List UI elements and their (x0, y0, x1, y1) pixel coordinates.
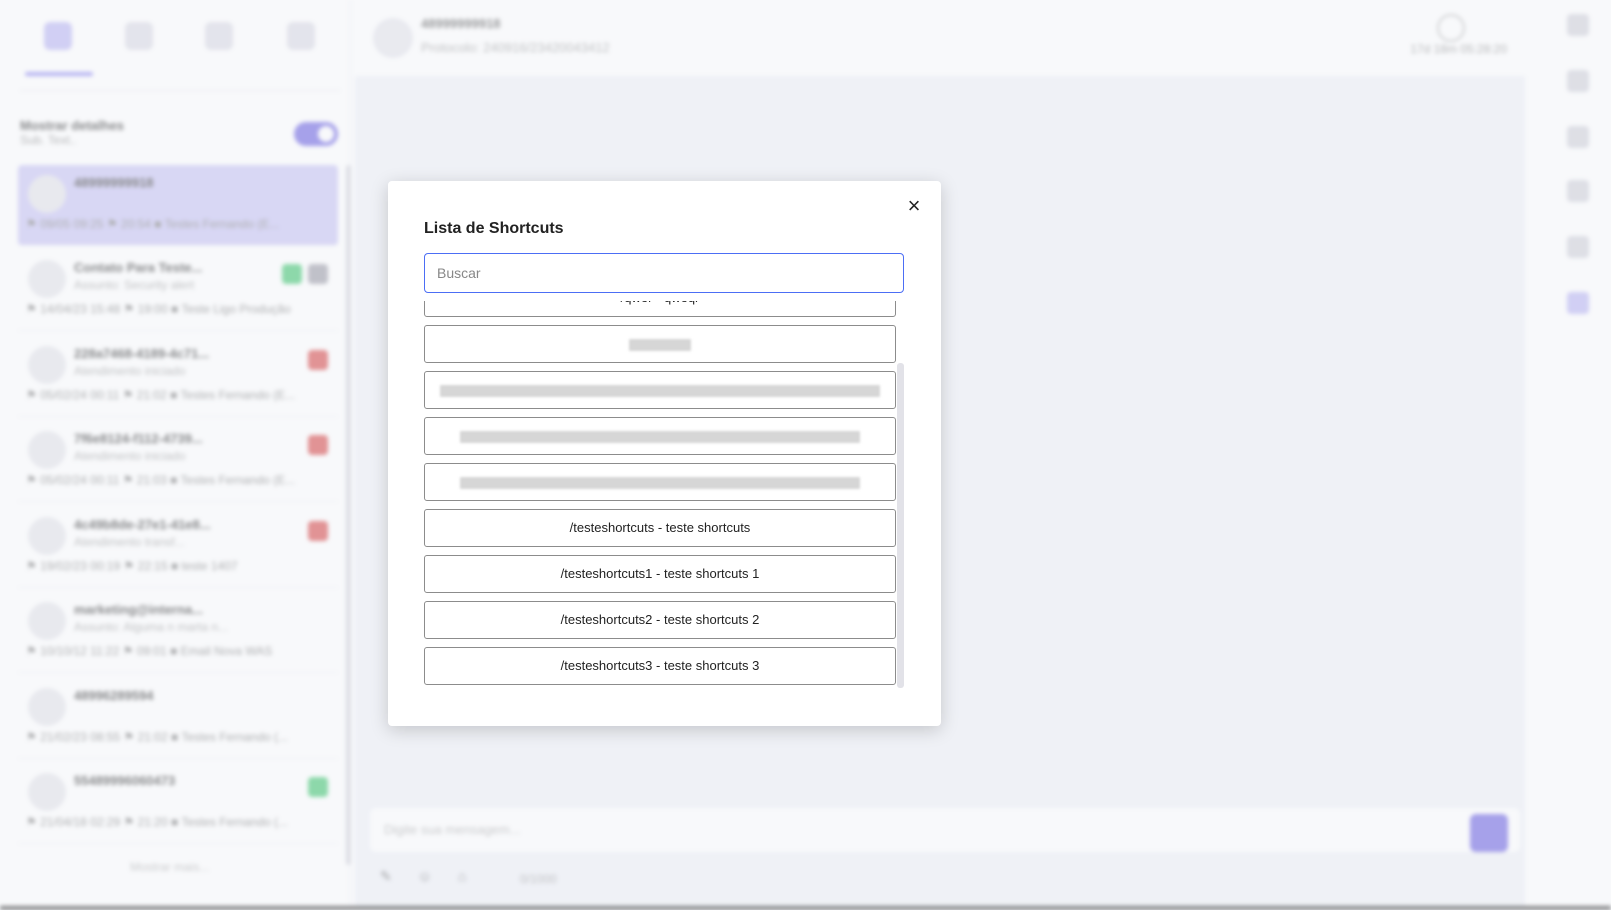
shortcut-item[interactable]: /testeshortcuts2 - teste shortcuts 2 (424, 601, 896, 639)
redacted-text (440, 384, 880, 397)
list-scrollbar[interactable] (897, 363, 904, 688)
shortcut-item[interactable]: /qwer - qweqr (424, 301, 896, 317)
close-button[interactable]: × (903, 195, 925, 217)
shortcut-item[interactable] (424, 371, 896, 409)
shortcut-item[interactable]: /testeshortcuts1 - teste shortcuts 1 (424, 555, 896, 593)
shortcut-item[interactable] (424, 463, 896, 501)
redacted-text (460, 476, 860, 489)
shortcut-item[interactable] (424, 325, 896, 363)
shortcut-item[interactable]: /testeshortcuts - teste shortcuts (424, 509, 896, 547)
shortcut-item[interactable]: /testeshortcuts3 - teste shortcuts 3 (424, 647, 896, 685)
redacted-text (460, 430, 860, 443)
redacted-text (629, 338, 691, 351)
shortcuts-modal: × Lista de Shortcuts /qwer - qweqr /test… (388, 181, 941, 726)
search-input[interactable] (424, 253, 904, 293)
shortcut-item[interactable] (424, 417, 896, 455)
shortcut-list[interactable]: /qwer - qweqr /testeshortcuts - teste sh… (424, 301, 905, 692)
modal-title: Lista de Shortcuts (424, 220, 564, 237)
